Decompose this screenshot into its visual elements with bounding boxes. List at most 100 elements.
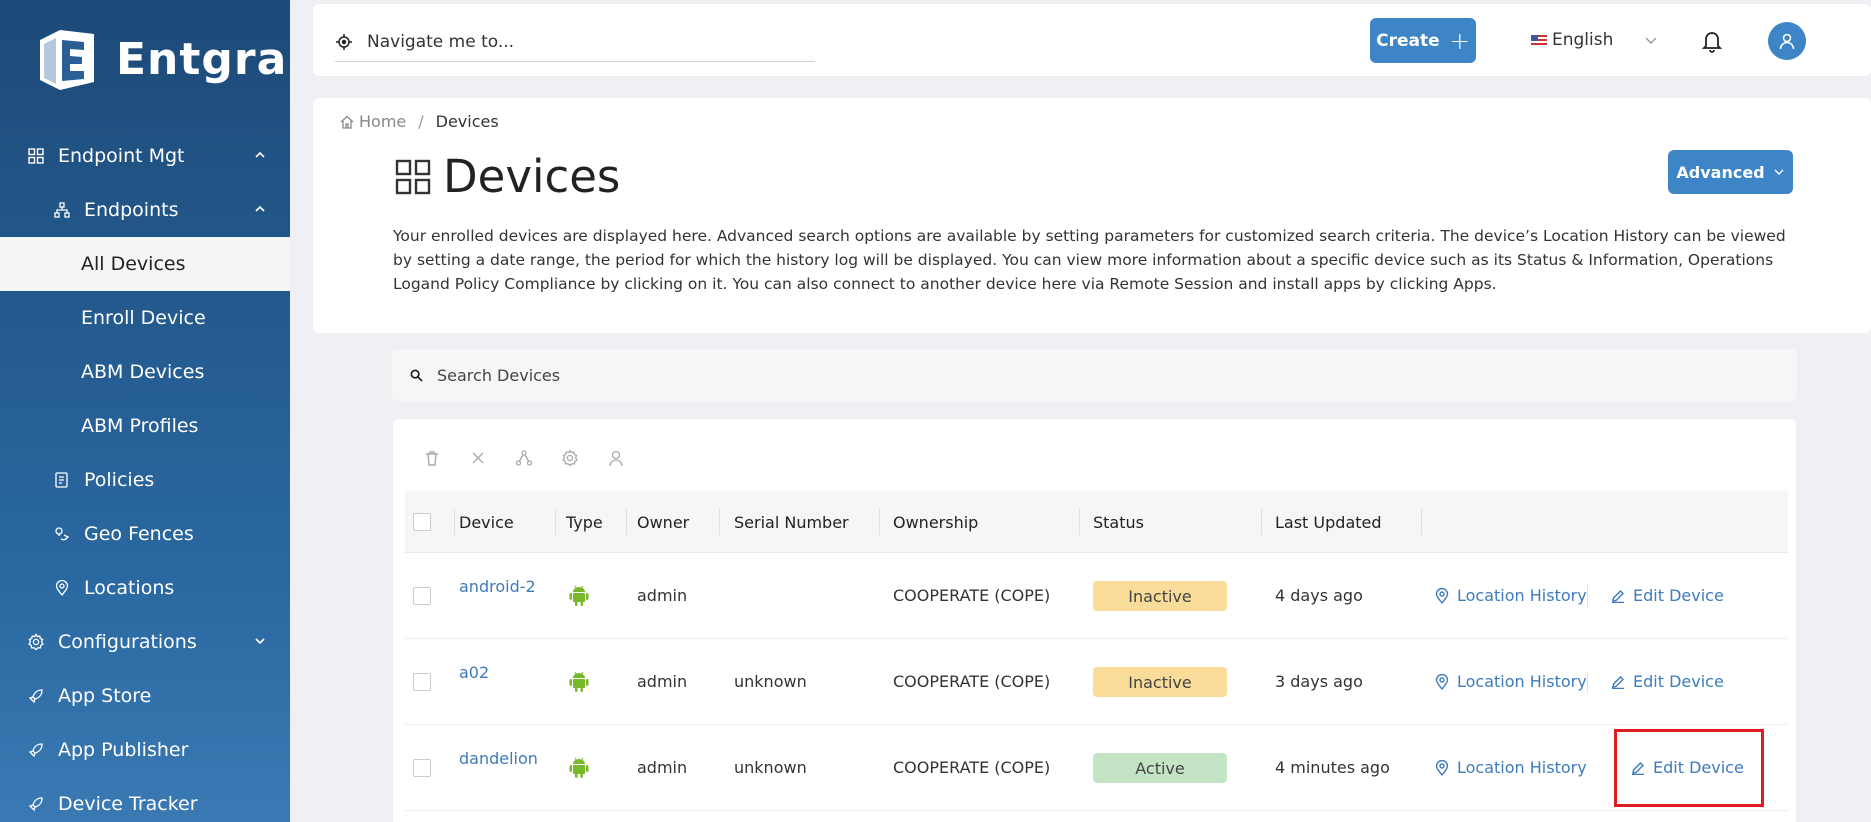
row-checkbox[interactable] xyxy=(413,587,431,605)
owner-cell: admin xyxy=(637,586,688,605)
last-updated-cell: 3 days ago xyxy=(1275,672,1363,691)
sidebar-item-endpoint-mgt[interactable]: Endpoint Mgt xyxy=(0,129,290,183)
table-header: Device Type Owner Serial Number Ownershi… xyxy=(405,491,1788,553)
edit-device-label: Edit Device xyxy=(1633,672,1724,691)
sidebar-item-configurations[interactable]: Configurations xyxy=(0,615,290,669)
breadcrumb-home[interactable]: Home xyxy=(359,112,406,131)
close-icon[interactable] xyxy=(467,447,489,469)
serial-cell: unknown xyxy=(734,672,807,691)
row-checkbox[interactable] xyxy=(413,759,431,777)
status-cell: Inactive xyxy=(1093,667,1227,697)
sidebar-item-label: Endpoint Mgt xyxy=(58,145,185,167)
navigate-placeholder: Navigate me to... xyxy=(367,31,515,52)
user-icon xyxy=(1779,33,1795,50)
search-placeholder: Search Devices xyxy=(437,365,561,385)
col-status[interactable]: Status xyxy=(1093,491,1144,553)
brand-logo[interactable]: Entgra xyxy=(32,24,287,94)
sidebar-item-locations[interactable]: Locations xyxy=(0,561,290,615)
share-nodes-icon[interactable] xyxy=(513,447,535,469)
edit-pencil-icon xyxy=(1632,761,1644,775)
chevron-down-icon xyxy=(255,638,265,645)
user-avatar[interactable] xyxy=(1768,22,1806,60)
device-link[interactable]: dandelion xyxy=(459,749,538,768)
col-last-updated[interactable]: Last Updated xyxy=(1275,491,1382,553)
edit-device-link[interactable]: Edit Device xyxy=(1611,672,1724,691)
navigate-input[interactable]: Navigate me to... xyxy=(335,22,815,62)
owner-cell: admin xyxy=(637,672,688,691)
location-history-link[interactable]: Location History xyxy=(1435,586,1587,605)
bulk-toolbar xyxy=(421,447,651,469)
device-link[interactable]: a02 xyxy=(459,663,489,682)
create-button[interactable]: Create + xyxy=(1370,18,1476,63)
chevron-up-icon xyxy=(255,151,265,158)
sidebar-item-app-publisher[interactable]: App Publisher xyxy=(0,723,290,777)
grid-icon xyxy=(395,159,431,194)
row-checkbox[interactable] xyxy=(413,673,431,691)
table-row[interactable]: dandelion admin unknown COOPERATE (COPE)… xyxy=(405,725,1788,811)
col-owner[interactable]: Owner xyxy=(637,491,689,553)
sidebar-item-label: Locations xyxy=(84,577,175,599)
user-icon[interactable] xyxy=(605,447,627,469)
sidebar-item-geo-fences[interactable]: Geo Fences xyxy=(0,507,290,561)
sidebar-item-device-tracker[interactable]: Device Tracker xyxy=(0,777,290,822)
sidebar-item-abm-devices[interactable]: ABM Devices xyxy=(0,345,290,399)
device-link[interactable]: android-2 xyxy=(459,577,536,596)
crosshair-icon xyxy=(336,33,352,50)
android-icon xyxy=(569,757,589,779)
location-history-link[interactable]: Location History xyxy=(1435,672,1587,691)
status-badge: Inactive xyxy=(1093,667,1227,697)
col-ownership[interactable]: Ownership xyxy=(893,491,978,553)
edit-device-link[interactable]: Edit Device xyxy=(1631,758,1744,777)
sidebar-item-abm-profiles[interactable]: ABM Profiles xyxy=(0,399,290,453)
us-flag-icon xyxy=(1531,34,1547,46)
column-separator xyxy=(626,509,627,535)
create-label: Create xyxy=(1376,30,1440,51)
bell-icon[interactable] xyxy=(1699,28,1725,54)
sidebar-item-all-devices[interactable]: All Devices xyxy=(0,237,290,291)
sidebar-item-endpoints[interactable]: Endpoints xyxy=(0,183,290,237)
breadcrumb-current: Devices xyxy=(435,112,499,131)
sidebar-item-label: Endpoints xyxy=(84,199,179,221)
ownership-cell: COOPERATE (COPE) xyxy=(893,672,1051,691)
gear-icon[interactable] xyxy=(559,447,581,469)
location-history-label: Location History xyxy=(1457,758,1587,777)
chevron-down-icon xyxy=(1774,169,1784,175)
sidebar-item-policies[interactable]: Policies xyxy=(0,453,290,507)
column-separator xyxy=(879,509,880,535)
col-device[interactable]: Device xyxy=(459,491,514,553)
page-header-card: Home / Devices Devices Advanced Your enr… xyxy=(313,98,1871,333)
table-row[interactable]: android-2 admin COOPERATE (COPE) Inactiv… xyxy=(405,553,1788,639)
delete-icon[interactable] xyxy=(421,447,443,469)
edit-pencil-icon xyxy=(1612,675,1624,689)
search-devices-input[interactable]: Search Devices xyxy=(392,349,1797,401)
edit-device-link[interactable]: Edit Device xyxy=(1611,586,1724,605)
ownership-cell: COOPERATE (COPE) xyxy=(893,586,1051,605)
plus-icon: + xyxy=(1449,26,1470,55)
row-checkbox-cell xyxy=(413,587,431,605)
rocket-icon xyxy=(26,686,46,706)
table-row[interactable]: a02 admin unknown COOPERATE (COPE) Inact… xyxy=(405,639,1788,725)
sidebar-item-app-store[interactable]: App Store xyxy=(0,669,290,723)
location-pin-icon xyxy=(1435,587,1449,604)
sidebar-item-enroll-device[interactable]: Enroll Device xyxy=(0,291,290,345)
select-all-checkbox[interactable] xyxy=(413,513,431,531)
language-selector[interactable]: English xyxy=(1531,30,1659,50)
advanced-button[interactable]: Advanced xyxy=(1668,150,1793,194)
row-checkbox-cell xyxy=(413,759,431,777)
sidebar-item-label: ABM Devices xyxy=(81,361,205,383)
edit-device-label: Edit Device xyxy=(1633,586,1724,605)
page-title: Devices xyxy=(395,150,620,203)
column-separator xyxy=(1261,509,1262,535)
sidebar-item-label: Policies xyxy=(84,469,155,491)
page-title-text: Devices xyxy=(443,150,621,203)
edit-pencil-icon xyxy=(1612,589,1624,603)
owner-cell: admin xyxy=(637,758,688,777)
location-history-link[interactable]: Location History xyxy=(1435,758,1587,777)
col-serial-number[interactable]: Serial Number xyxy=(734,491,849,553)
location-pin-icon xyxy=(1435,759,1449,776)
chevron-down-icon xyxy=(1645,37,1657,44)
edit-device-label: Edit Device xyxy=(1653,758,1744,777)
sidebar-item-label: Device Tracker xyxy=(58,793,198,815)
status-cell: Inactive xyxy=(1093,581,1227,611)
col-type[interactable]: Type xyxy=(566,491,603,553)
